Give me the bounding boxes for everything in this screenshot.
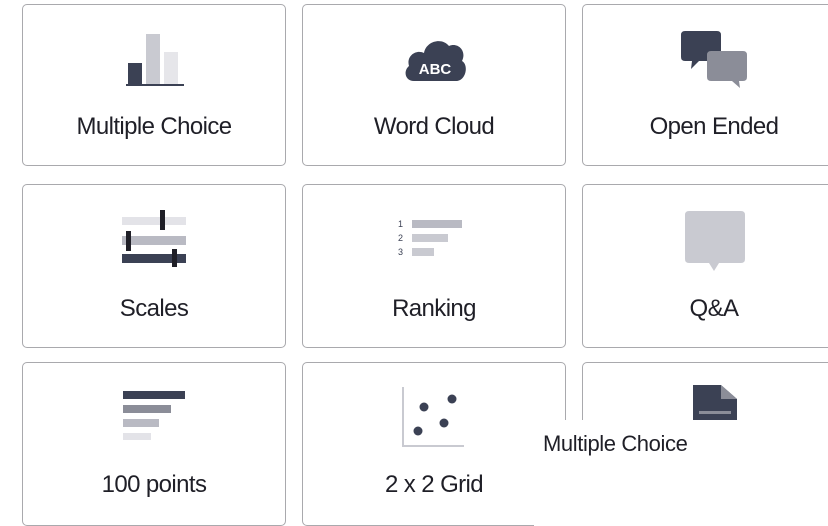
card-label: Word Cloud xyxy=(373,113,495,140)
card-label: Open Ended xyxy=(649,113,779,140)
card-ranking[interactable]: 1 2 3 Ranking xyxy=(302,184,566,348)
card-open-ended[interactable]: Open Ended xyxy=(582,4,828,166)
rank-number: 3 xyxy=(398,247,403,257)
card-2x2-grid[interactable]: 2 x 2 Grid xyxy=(302,362,566,526)
word-cloud-icon: ABC xyxy=(405,41,466,81)
ranking-list-icon: 1 2 3 xyxy=(398,219,462,257)
card-label: Q&A xyxy=(689,295,739,322)
chat-bubbles-icon xyxy=(681,31,747,88)
card-label: 100 points xyxy=(101,471,207,498)
speech-bubble-icon xyxy=(685,211,745,271)
rank-number: 2 xyxy=(398,233,403,243)
card-label: Multiple Choice xyxy=(76,113,232,140)
rank-number: 1 xyxy=(398,219,403,229)
card-multiple-choice[interactable]: Multiple Choice xyxy=(22,4,286,166)
document-icon xyxy=(693,385,737,423)
card-label: Scales xyxy=(119,295,189,322)
tooltip-text: Multiple Choice xyxy=(543,431,688,456)
card-label: Ranking xyxy=(392,295,476,322)
card-100-points[interactable]: 100 points xyxy=(22,362,286,526)
tooltip: Multiple Choice xyxy=(534,420,828,526)
word-cloud-text: ABC xyxy=(419,61,452,78)
card-scales[interactable]: Scales xyxy=(22,184,286,348)
card-label: 2 x 2 Grid xyxy=(384,471,484,498)
scatter-grid-icon xyxy=(402,387,464,447)
bar-chart-icon xyxy=(126,34,184,86)
card-qa[interactable]: Q&A xyxy=(582,184,828,348)
card-word-cloud[interactable]: ABC Word Cloud xyxy=(302,4,566,166)
horizontal-bars-icon xyxy=(123,391,185,440)
sliders-icon xyxy=(122,210,186,267)
